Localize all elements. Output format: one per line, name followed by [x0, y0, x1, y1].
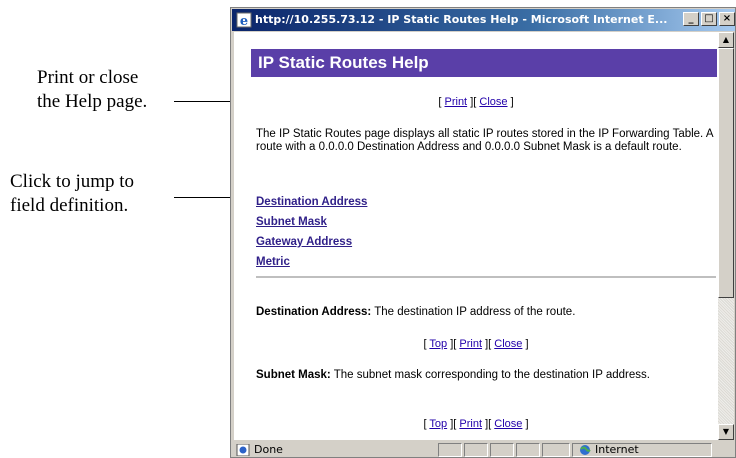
print-link[interactable]: Print — [445, 96, 468, 108]
bracket: ] — [525, 418, 529, 430]
bracket: [ — [453, 338, 457, 350]
definition-term: Subnet Mask: — [256, 369, 331, 381]
status-bar: Done Internet — [232, 441, 735, 457]
callout-print-close: Print or close the Help page. — [37, 66, 147, 114]
page-icon — [236, 444, 250, 456]
close-link[interactable]: Close — [494, 418, 522, 430]
nav-section-2: [ Top ][ Print ][ Close ] — [234, 418, 718, 430]
field-link-destination-address[interactable]: Destination Address — [256, 192, 367, 212]
field-link-gateway-address[interactable]: Gateway Address — [256, 232, 367, 252]
status-done: Done — [236, 441, 283, 457]
bracket: [ — [423, 418, 427, 430]
zone-text: Internet — [595, 443, 639, 456]
field-links: Destination Address Subnet Mask Gateway … — [256, 192, 367, 272]
print-link[interactable]: Print — [459, 338, 482, 350]
bracket: [ — [488, 338, 492, 350]
definition-text: The destination IP address of the route. — [371, 306, 576, 318]
print-link[interactable]: Print — [459, 418, 482, 430]
callout-line: field definition. — [10, 195, 129, 216]
status-panel — [516, 443, 540, 457]
definition-term: Destination Address: — [256, 306, 372, 318]
callout-jump: Click to jump to field definition. — [10, 170, 134, 218]
top-link[interactable]: Top — [429, 338, 447, 350]
scroll-thumb[interactable] — [718, 48, 734, 298]
bracket: ] — [525, 338, 529, 350]
status-panel — [438, 443, 462, 457]
close-link[interactable]: Close — [479, 96, 507, 108]
bracket: [ — [488, 418, 492, 430]
scroll-down-button[interactable]: ▼ — [718, 424, 734, 440]
nav-section-1: [ Top ][ Print ][ Close ] — [234, 338, 718, 350]
vertical-scrollbar[interactable]: ▲ ▼ — [718, 32, 734, 440]
status-text: Done — [254, 443, 283, 456]
status-panel — [464, 443, 488, 457]
close-window-button[interactable]: × — [719, 12, 735, 26]
bracket: [ — [453, 418, 457, 430]
status-panel — [542, 443, 570, 457]
definition-subnet-mask: Subnet Mask: The subnet mask correspondi… — [256, 369, 716, 382]
minimize-button[interactable]: _ — [683, 12, 699, 26]
callout-line: the Help page. — [37, 91, 148, 112]
maximize-button[interactable]: □ — [701, 12, 717, 26]
globe-icon — [580, 445, 591, 455]
window-controls: _ □ × — [681, 12, 735, 28]
bracket: ] — [510, 96, 514, 108]
field-link-metric[interactable]: Metric — [256, 252, 367, 272]
intro-paragraph: The IP Static Routes page displays all s… — [256, 128, 713, 153]
ie-icon: e — [236, 12, 252, 28]
definition-destination-address: Destination Address: The destination IP … — [256, 306, 716, 319]
browser-window: e http://10.255.73.12 - IP Static Routes… — [230, 7, 736, 458]
status-zone: Internet — [574, 441, 639, 457]
window-title: http://10.255.73.12 - IP Static Routes H… — [255, 13, 668, 26]
scroll-up-button[interactable]: ▲ — [718, 32, 734, 48]
page-title: IP Static Routes Help — [251, 49, 717, 77]
callout-line: Click to jump to — [10, 171, 135, 192]
title-bar[interactable]: e http://10.255.73.12 - IP Static Routes… — [232, 9, 735, 31]
divider — [256, 276, 716, 279]
close-link[interactable]: Close — [494, 338, 522, 350]
bracket: [ — [423, 338, 427, 350]
status-panel — [490, 443, 514, 457]
bracket: [ — [473, 96, 477, 108]
callout-line: Print or close — [37, 67, 139, 88]
nav-top: [ Print ][ Close ] — [234, 96, 718, 108]
definition-text: The subnet mask corresponding to the des… — [330, 369, 650, 381]
svg-text:e: e — [240, 14, 248, 28]
top-link[interactable]: Top — [429, 418, 447, 430]
field-link-subnet-mask[interactable]: Subnet Mask — [256, 212, 367, 232]
help-content: IP Static Routes Help [ Print ] [ Close ]… — [234, 32, 718, 440]
bracket: [ — [438, 96, 442, 108]
